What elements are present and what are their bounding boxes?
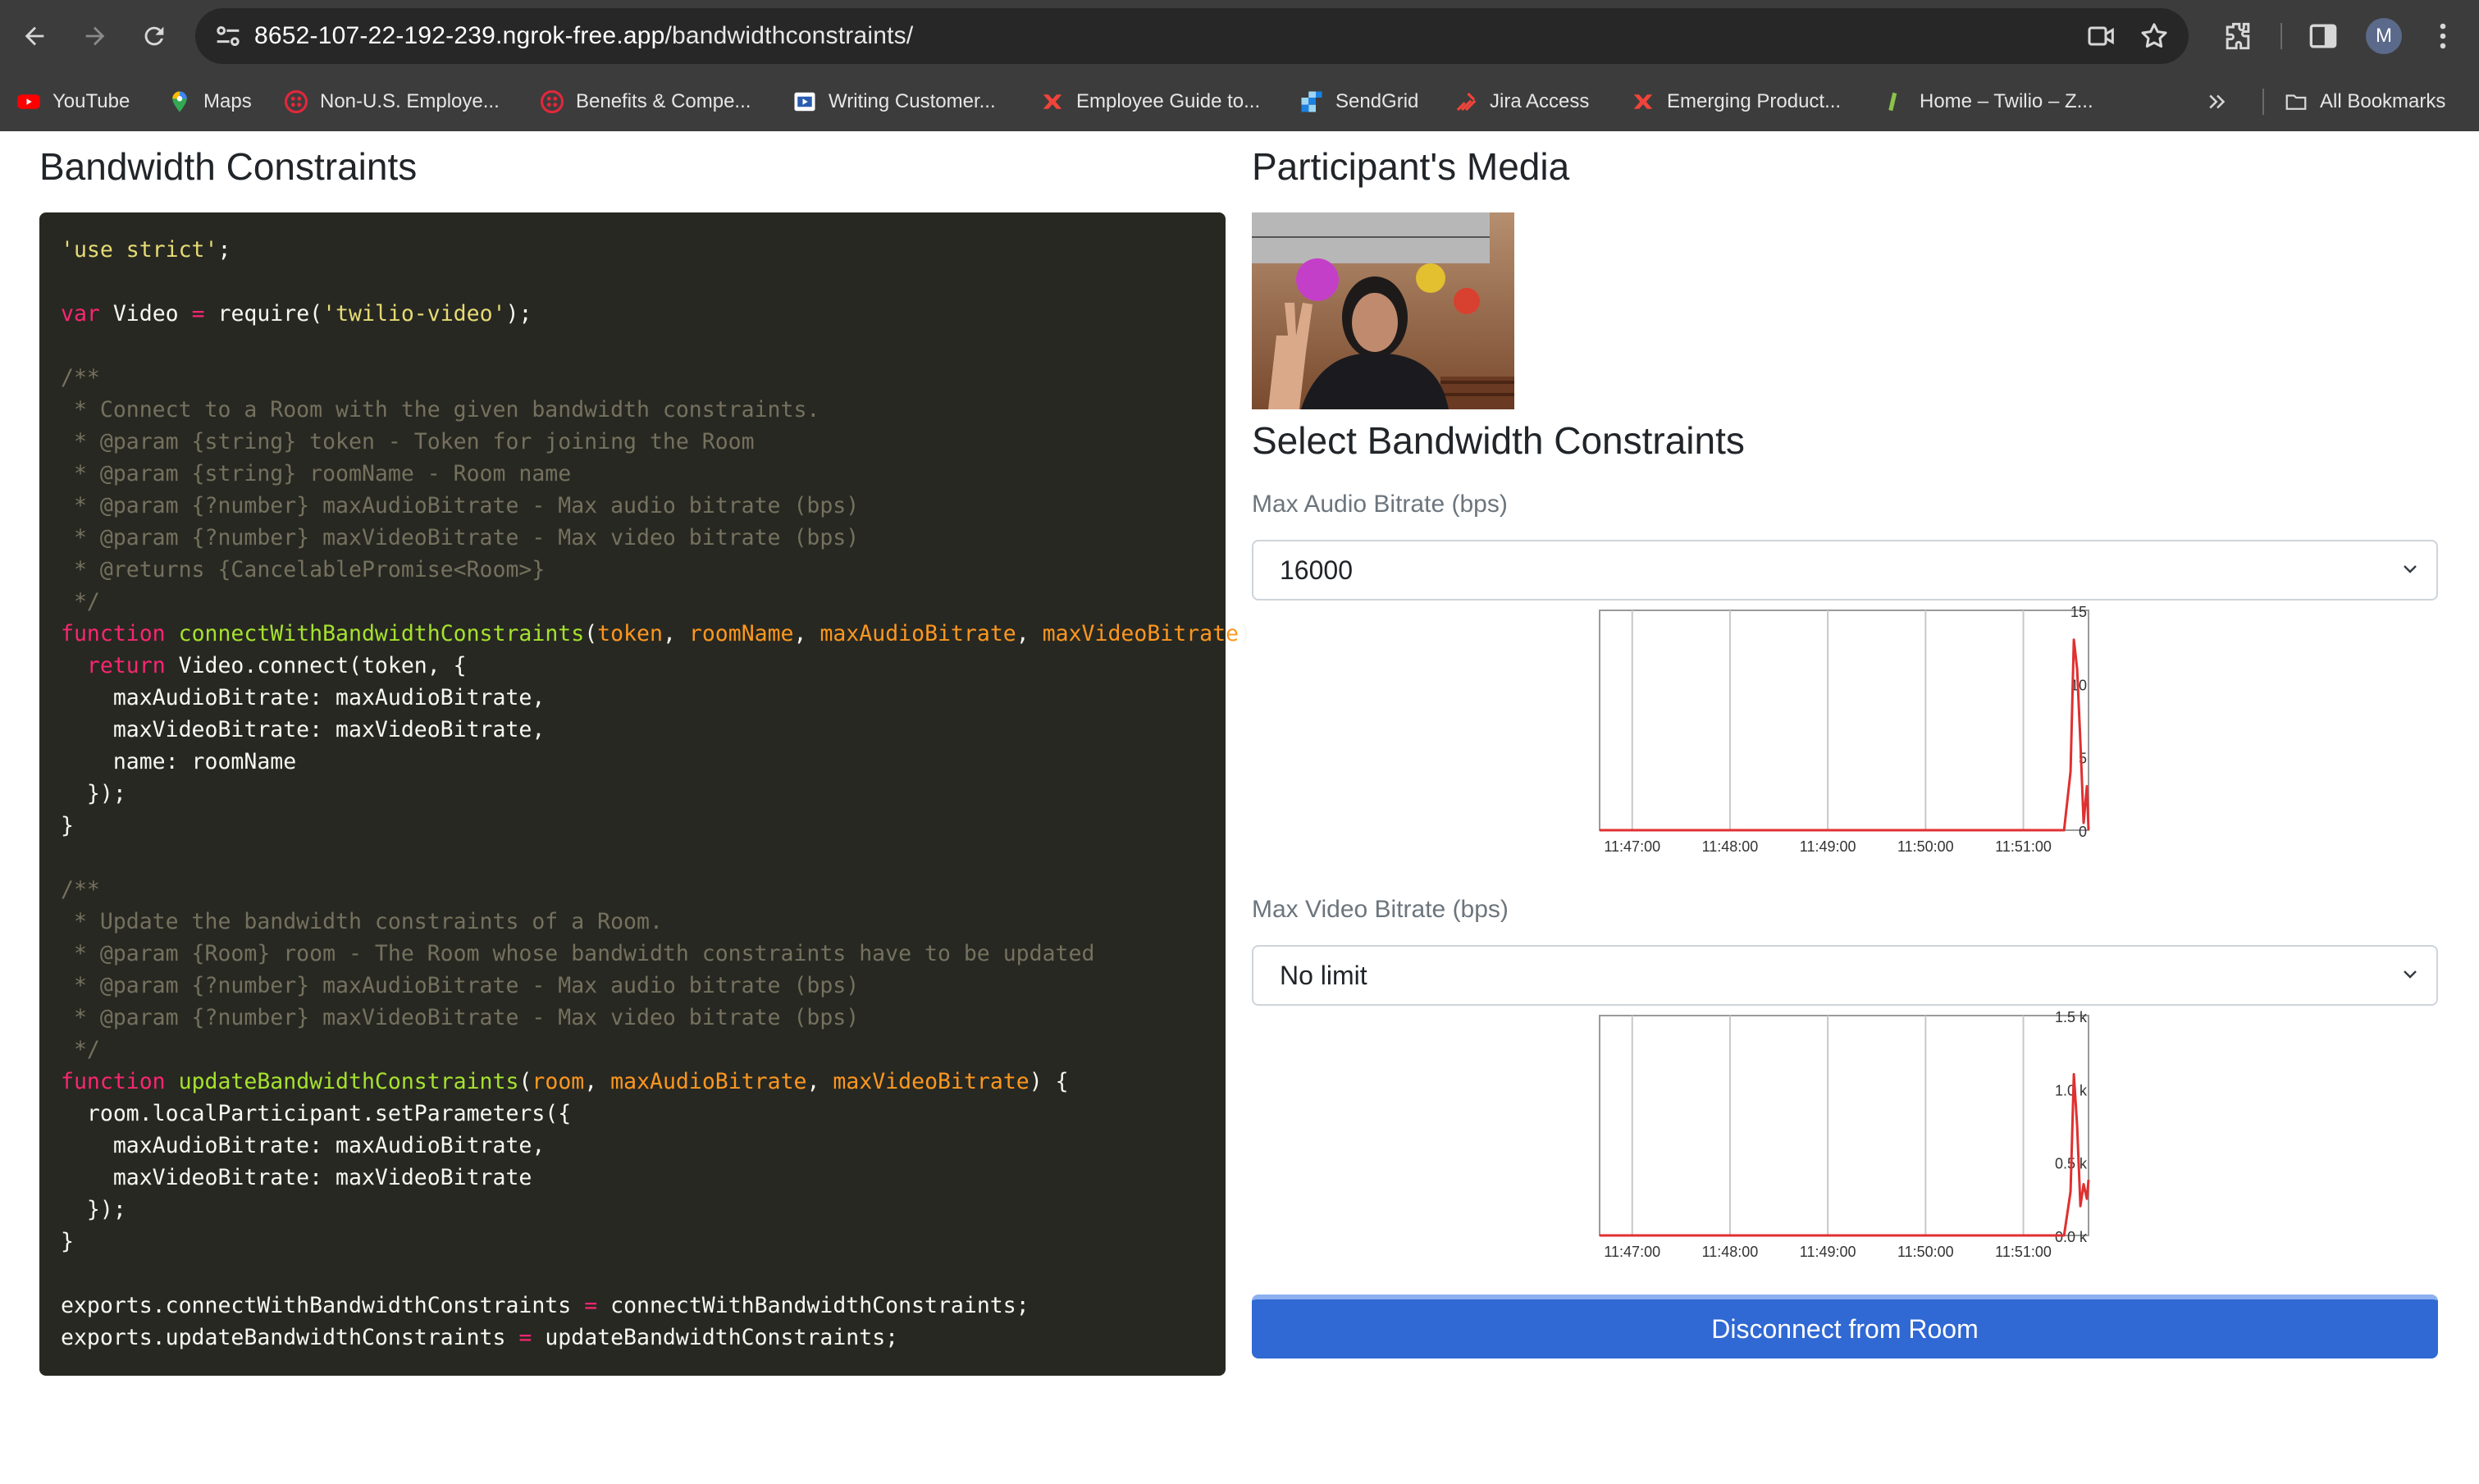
y-tick-label: 1.0 k [2055,1082,2088,1098]
more-menu-icon[interactable] [2425,18,2461,54]
x-tick-label: 11:47:00 [1604,1244,1660,1260]
x-tick-label: 11:51:00 [1995,1244,2052,1260]
red-x-icon [1631,89,1655,114]
max-video-bitrate-label: Max Video Bitrate (bps) [1252,896,1509,923]
x-tick-label: 11:47:00 [1604,838,1660,855]
bookmark-benefits[interactable]: Benefits & Compe... [540,72,751,131]
max-audio-bitrate-label: Max Audio Bitrate (bps) [1252,491,1508,518]
select-bandwidth-title: Select Bandwidth Constraints [1252,419,1745,462]
bookmark-label: Maps [203,90,252,112]
y-tick-label: 1.5 k [2055,1009,2088,1025]
site-info-icon[interactable] [212,20,244,53]
bookmark-label: Non-U.S. Employe... [320,90,500,112]
bookmark-non-us-employee[interactable]: Non-U.S. Employe... [284,72,500,131]
bookmark-employee-guide[interactable]: Employee Guide to... [1040,72,1260,131]
disconnect-from-room-button[interactable]: Disconnect from Room [1252,1295,2438,1358]
url-text[interactable]: 8652-107-22-192-239.ngrok-free.app/bandw… [254,8,913,64]
chevron-down-icon [2400,965,2420,984]
bookmark-youtube[interactable]: YouTube [16,72,130,131]
max-audio-bitrate-select[interactable]: 16000 [1252,540,2438,600]
chevron-down-icon [2400,559,2420,579]
video-bitrate-chart: 11:47:00 11:48:00 11:49:00 11:50:00 11:51:00… [1599,1009,2090,1260]
side-panel-icon[interactable] [2305,18,2341,54]
y-tick-label: 15 [2070,604,2087,620]
back-icon[interactable] [15,16,54,56]
extensions-icon[interactable] [2220,18,2256,54]
document-icon [792,89,817,114]
toolbar-divider [2280,23,2282,49]
max-audio-bitrate-value: 16000 [1280,555,1353,585]
folder-icon [2284,89,2308,114]
bookmark-home-twilio[interactable]: Home – Twilio – Z... [1883,72,2093,131]
bookmarks-overflow-icon[interactable] [2205,72,2230,131]
all-bookmarks[interactable]: All Bookmarks [2284,72,2445,131]
max-video-bitrate-value: No limit [1280,961,1367,990]
green-tab-icon [1883,89,1908,114]
twilio-icon [284,89,308,114]
browser-chrome: 8652-107-22-192-239.ngrok-free.app/bandw… [0,0,2479,131]
x-tick-label: 11:49:00 [1800,1244,1856,1260]
bookmark-label: Jira Access [1490,90,1590,112]
bookmark-label: Home – Twilio – Z... [1920,90,2093,112]
chart-frame [1599,1015,2089,1236]
audio-bitrate-chart: 11:47:00 11:48:00 11:49:00 11:50:00 11:51:00… [1599,604,2090,855]
x-tick-label: 11:50:00 [1897,1244,1954,1260]
bandwidth-constraints-title: Bandwidth Constraints [39,145,418,188]
y-tick-label: 0 [2079,824,2087,840]
youtube-icon [16,89,41,114]
browser-toolbar: 8652-107-22-192-239.ngrok-free.app/bandw… [0,0,2479,72]
bookmark-jira-access[interactable]: Jira Access [1454,72,1589,131]
maps-icon [167,89,192,114]
bookmark-label: Writing Customer... [829,90,996,112]
url-path: /bandwidthconstraints/ [664,22,914,49]
bookmark-label: Employee Guide to... [1076,90,1261,112]
participant-video [1252,212,1514,409]
profile-avatar[interactable]: M [2366,18,2402,54]
bookmarks-divider [2262,89,2264,115]
x-tick-label: 11:51:00 [1995,838,2052,855]
bookmark-emerging-product[interactable]: Emerging Product... [1631,72,1841,131]
code-text: 'use strict'; var Video = require('twili… [61,237,1252,1350]
twilio-icon [540,89,564,114]
x-tick-label: 11:48:00 [1702,838,1759,855]
participants-media-title: Participant's Media [1252,145,1570,188]
x-tick-label: 11:48:00 [1702,1244,1759,1260]
camera-icon[interactable] [2085,20,2118,53]
all-bookmarks-label: All Bookmarks [2320,90,2446,112]
bookmark-label: YouTube [53,90,130,112]
bookmark-star-icon[interactable] [2138,20,2171,53]
bookmark-writing-customer[interactable]: Writing Customer... [792,72,996,131]
jira-icon [1454,89,1478,114]
bookmark-label: Emerging Product... [1667,90,1842,112]
bookmark-label: Benefits & Compe... [576,90,751,112]
url-host: 8652-107-22-192-239.ngrok-free.app [254,22,665,49]
bookmarks-bar: YouTube Maps Non-U.S. Employe... Benefit… [0,72,2479,131]
sendgrid-icon [1299,89,1324,114]
forward-icon[interactable] [75,16,115,56]
reload-icon[interactable] [135,16,174,56]
chart-frame [1599,610,2089,831]
code-block: 'use strict'; var Video = require('twili… [39,212,1252,1376]
max-video-bitrate-select[interactable]: No limit [1252,945,2438,1006]
bookmark-maps[interactable]: Maps [167,72,252,131]
bookmark-sendgrid[interactable]: SendGrid [1299,72,1418,131]
x-tick-label: 11:49:00 [1800,838,1856,855]
y-tick-label: 0.0 k [2055,1229,2088,1245]
red-x-icon [1040,89,1065,114]
bookmark-label: SendGrid [1335,90,1419,112]
x-tick-label: 11:50:00 [1897,838,1954,855]
